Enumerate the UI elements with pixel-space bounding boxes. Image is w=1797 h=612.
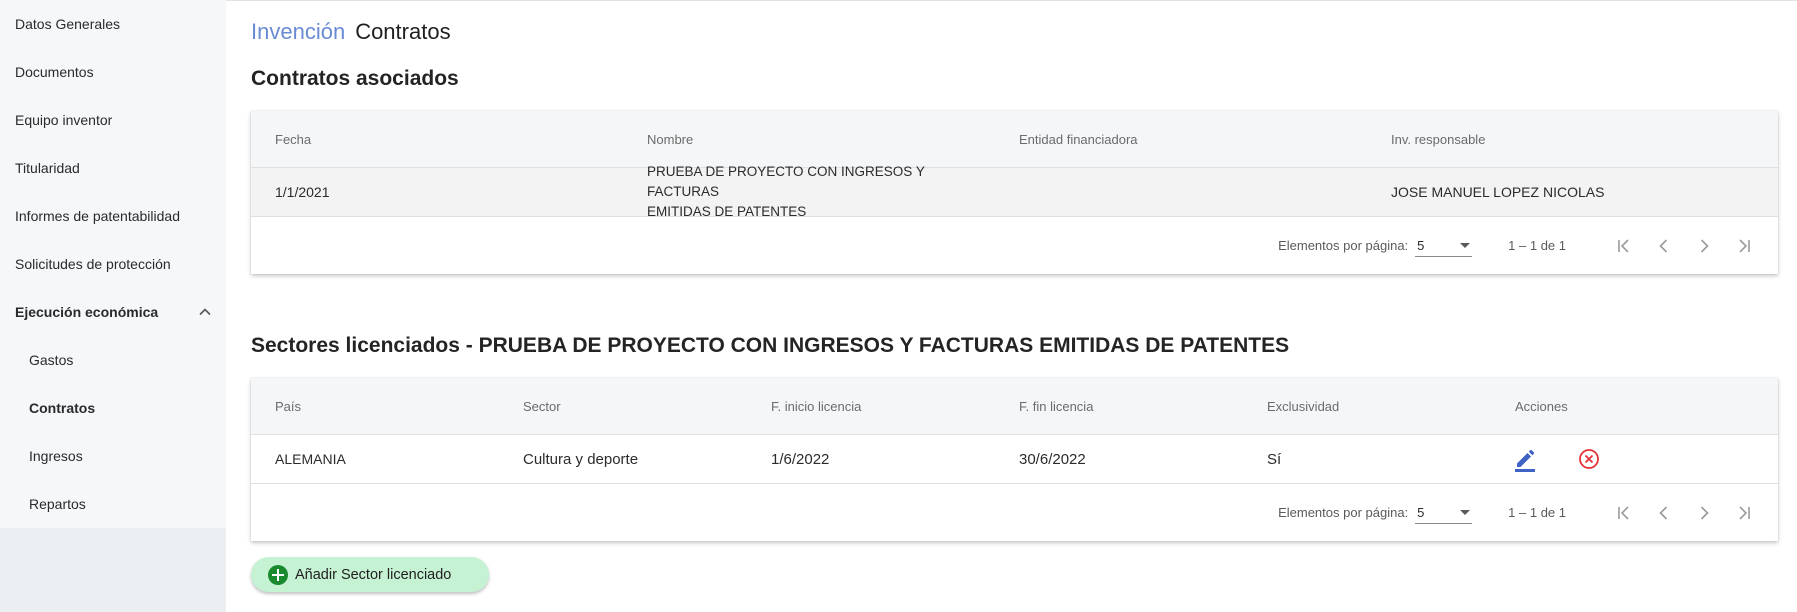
sidebar-item-label: Repartos — [29, 496, 86, 512]
sidebar-item-label: Informes de patentabilidad — [15, 208, 180, 224]
column-header-entidad[interactable]: Entidad financiadora — [995, 132, 1367, 147]
page-size-value: 5 — [1417, 237, 1425, 253]
previous-page-button[interactable] — [1644, 226, 1684, 266]
sidebar-item-ingresos[interactable]: Ingresos — [0, 432, 226, 480]
close-circle-icon — [1579, 449, 1599, 469]
column-header-fecha[interactable]: Fecha — [251, 132, 623, 147]
chevron-right-icon — [1700, 505, 1709, 520]
cell-nombre-line2: EMITIDAS DE PATENTES — [647, 204, 807, 219]
column-header-responsable[interactable]: Inv. responsable — [1367, 132, 1778, 147]
column-header-nombre[interactable]: Nombre — [623, 132, 995, 147]
page-range: 1 – 1 de 1 — [1508, 505, 1566, 520]
page-range: 1 – 1 de 1 — [1508, 238, 1566, 253]
sidebar-item-label: Datos Generales — [15, 16, 121, 32]
breadcrumb: Invención Contratos — [251, 19, 451, 45]
sidebar-item-titularidad[interactable]: Titularidad — [0, 144, 226, 192]
chevron-left-icon — [1659, 505, 1668, 520]
last-page-icon — [1739, 238, 1750, 253]
sidebar-item-equipo-inventor[interactable]: Equipo inventor — [0, 96, 226, 144]
sidebar-item-label: Ingresos — [29, 448, 83, 464]
chevron-up-icon[interactable] — [198, 305, 212, 319]
column-header-exclusividad[interactable]: Exclusividad — [1243, 399, 1491, 414]
edit-button[interactable] — [1505, 439, 1545, 479]
last-page-button[interactable] — [1724, 226, 1764, 266]
sidebar-item-label: Titularidad — [15, 160, 80, 176]
cell-exclusividad: Sí — [1267, 450, 1282, 468]
last-page-button[interactable] — [1724, 493, 1764, 533]
cell-sector: Cultura y deporte — [523, 450, 639, 468]
chevron-down-icon — [1460, 242, 1471, 248]
sidebar-item-label: Ejecución económica — [15, 304, 159, 320]
delete-button[interactable] — [1569, 439, 1609, 479]
cell-nombre-line1: PRUEBA DE PROYECTO CON INGRESOS Y FACTUR… — [647, 164, 925, 199]
sectores-section-title: Sectores licenciados - PRUEBA DE PROYECT… — [251, 334, 1290, 357]
page-size-label: Elementos por página: — [1278, 505, 1409, 520]
sidebar-item-label: Gastos — [29, 352, 74, 368]
sidebar-item-label: Contratos — [29, 400, 96, 416]
page-size-select[interactable]: 5 — [1415, 502, 1473, 524]
first-page-icon — [1618, 505, 1629, 520]
plus-circle-icon — [268, 564, 288, 585]
table-row[interactable]: ALEMANIA Cultura y deporte 1/6/2022 30/6… — [251, 435, 1778, 484]
page-size-value: 5 — [1417, 504, 1425, 520]
column-header-sector[interactable]: Sector — [499, 399, 747, 414]
page-size-select[interactable]: 5 — [1415, 235, 1473, 257]
add-sector-label: Añadir Sector licenciado — [295, 566, 452, 583]
sidebar-menu: Datos Generales Documentos Equipo invent… — [0, 0, 226, 528]
paginator: Elementos por página: 5 1 – 1 de 1 — [251, 217, 1778, 274]
column-header-fin[interactable]: F. fin licencia — [995, 399, 1243, 414]
column-header-inicio[interactable]: F. inicio licencia — [747, 399, 995, 414]
breadcrumb-parent-link[interactable]: Invención — [251, 19, 345, 45]
chevron-left-icon — [1659, 238, 1668, 253]
pencil-icon — [1515, 449, 1535, 472]
sidebar-item-repartos[interactable]: Repartos — [0, 480, 226, 528]
sidebar-item-label: Solicitudes de protección — [15, 256, 171, 272]
previous-page-button[interactable] — [1644, 493, 1684, 533]
table-header: Fecha Nombre Entidad financiadora Inv. r… — [251, 111, 1778, 168]
contratos-section-title: Contratos asociados — [251, 67, 459, 90]
next-page-button[interactable] — [1684, 226, 1724, 266]
cell-fecha: 1/1/2021 — [275, 184, 330, 200]
next-page-button[interactable] — [1684, 493, 1724, 533]
contratos-table: Fecha Nombre Entidad financiadora Inv. r… — [251, 111, 1778, 274]
paginator: Elementos por página: 5 1 – 1 de 1 — [251, 484, 1778, 541]
last-page-icon — [1739, 505, 1750, 520]
chevron-right-icon — [1700, 238, 1709, 253]
page-size-label: Elementos por página: — [1278, 238, 1409, 253]
sidebar-item-documentos[interactable]: Documentos — [0, 48, 226, 96]
sectores-table: País Sector F. inicio licencia F. fin li… — [251, 378, 1778, 541]
cell-inicio: 1/6/2022 — [771, 450, 830, 468]
add-sector-button[interactable]: Añadir Sector licenciado — [251, 557, 489, 592]
cell-responsable: JOSE MANUEL LOPEZ NICOLAS — [1391, 184, 1605, 200]
sidebar-item-datos-generales[interactable]: Datos Generales — [0, 0, 226, 48]
sidebar-item-contratos[interactable]: Contratos — [0, 384, 226, 432]
sidebar-item-gastos[interactable]: Gastos — [0, 336, 226, 384]
first-page-button[interactable] — [1604, 493, 1644, 533]
cell-acciones — [1491, 439, 1778, 479]
column-header-pais[interactable]: País — [251, 399, 499, 414]
chevron-down-icon — [1460, 509, 1471, 515]
sidebar: Datos Generales Documentos Equipo invent… — [0, 0, 226, 612]
cell-nombre: PRUEBA DE PROYECTO CON INGRESOS Y FACTUR… — [623, 162, 995, 222]
main-content: Invención Contratos Contratos asociados … — [251, 0, 1779, 612]
breadcrumb-current: Contratos — [355, 19, 451, 44]
table-row[interactable]: 1/1/2021 PRUEBA DE PROYECTO CON INGRESOS… — [251, 164, 1778, 219]
cell-fin: 30/6/2022 — [1019, 450, 1086, 468]
first-page-icon — [1618, 238, 1629, 253]
sidebar-item-label: Equipo inventor — [15, 112, 113, 128]
sidebar-item-label: Documentos — [15, 64, 94, 80]
sidebar-item-ejecucion-economica[interactable]: Ejecución económica — [0, 288, 226, 336]
column-header-acciones: Acciones — [1515, 398, 1568, 414]
sidebar-item-informes-patentabilidad[interactable]: Informes de patentabilidad — [0, 192, 226, 240]
first-page-button[interactable] — [1604, 226, 1644, 266]
table-header: País Sector F. inicio licencia F. fin li… — [251, 378, 1778, 435]
cell-pais: ALEMANIA — [275, 451, 346, 467]
sidebar-item-solicitudes-proteccion[interactable]: Solicitudes de protección — [0, 240, 226, 288]
